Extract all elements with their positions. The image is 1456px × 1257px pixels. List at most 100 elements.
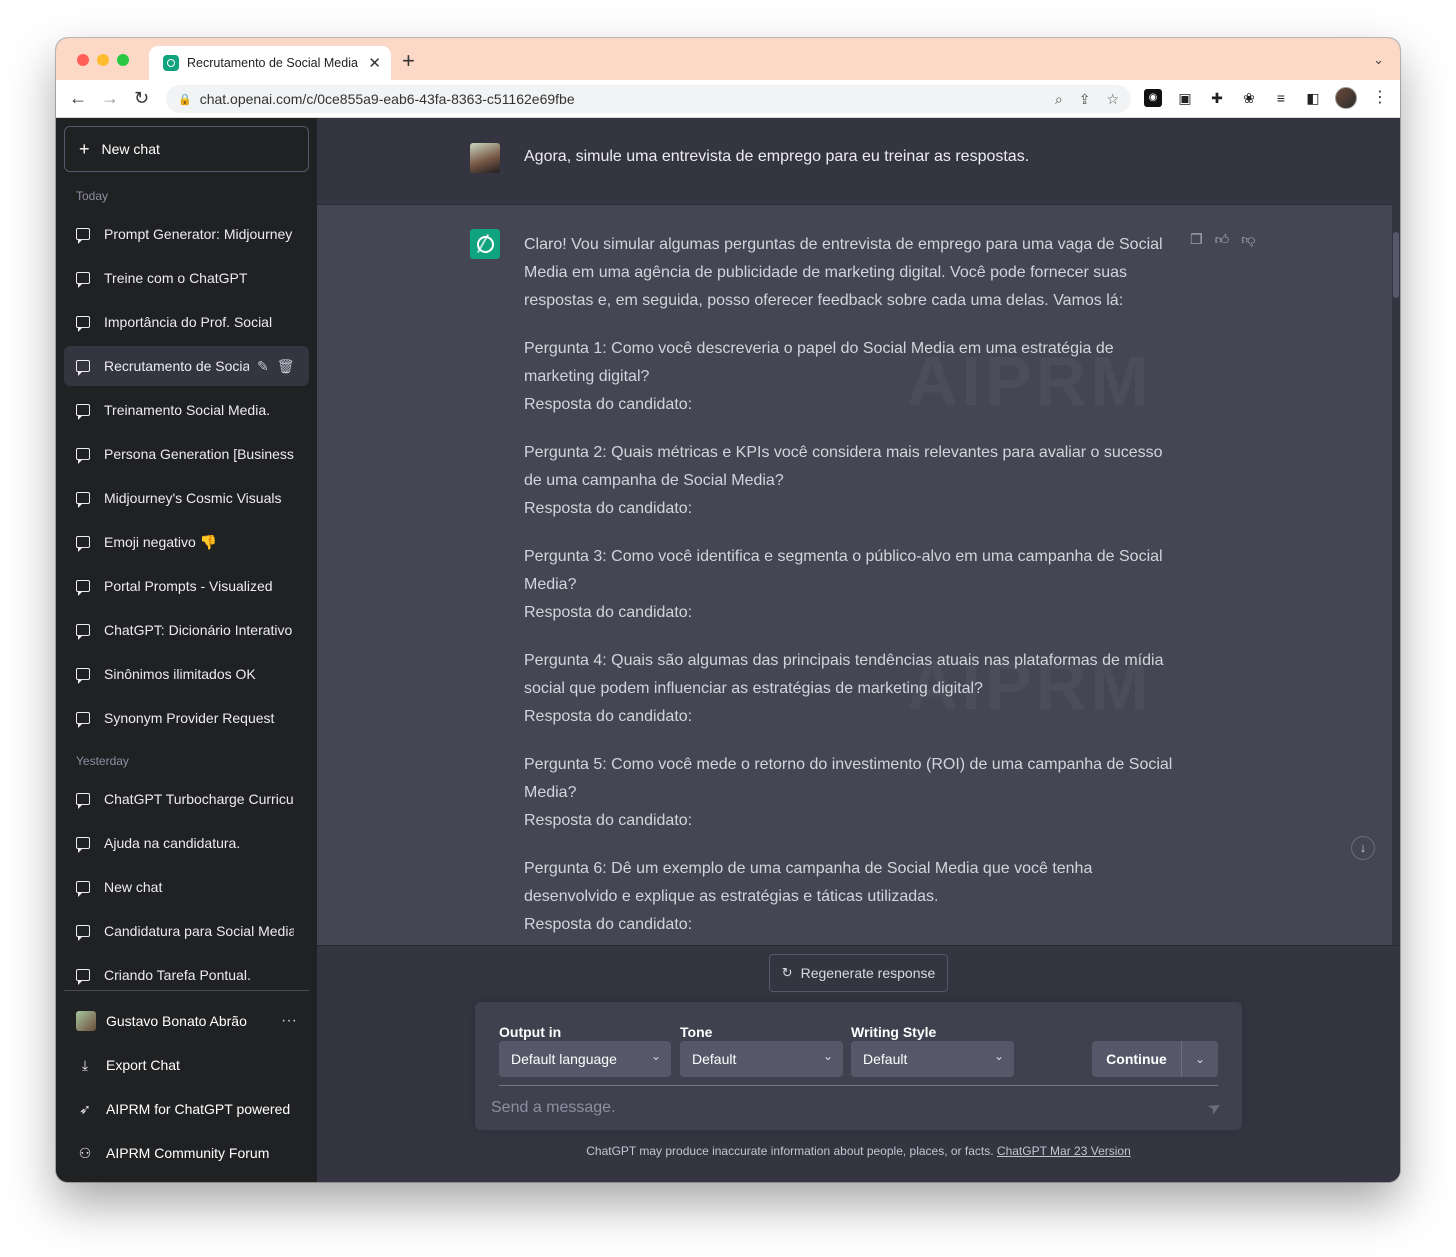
search-icon[interactable]: ⌕ bbox=[1055, 91, 1063, 108]
chat-item-label: Criando Tarefa Pontual. bbox=[104, 967, 251, 983]
disclaimer-text: ChatGPT may produce inaccurate informati… bbox=[586, 1144, 994, 1158]
export-chat-button[interactable]: ⤓ Export Chat bbox=[64, 1045, 309, 1085]
share-icon[interactable]: ⇪ bbox=[1079, 91, 1091, 108]
star-icon[interactable]: ☆ bbox=[1106, 91, 1119, 108]
assistant-message-row: AIPRM AIPRM Claro! Vou simular algumas p… bbox=[317, 205, 1392, 945]
sidebar-chat-item[interactable]: Portal Prompts - Visualized bbox=[64, 566, 309, 606]
chat-bubble-icon bbox=[76, 668, 90, 684]
sidebar-divider bbox=[64, 990, 309, 991]
maximize-window-button[interactable] bbox=[117, 54, 129, 66]
sidebar-chat-item[interactable]: Midjourney's Cosmic Visuals bbox=[64, 478, 309, 518]
new-tab-button[interactable]: + bbox=[402, 50, 415, 72]
writing-style-select[interactable]: Default ⌄ bbox=[851, 1041, 1014, 1077]
leaf-extension-icon[interactable]: ❀ bbox=[1240, 89, 1258, 107]
thumbs-up-icon[interactable]: 👍︎ bbox=[1215, 231, 1230, 248]
chat-item-label: Persona Generation [Business] bbox=[104, 446, 294, 462]
chat-item-label: Prompt Generator: Midjourney bbox=[104, 226, 293, 242]
more-options-icon[interactable]: ··· bbox=[281, 1012, 297, 1030]
sidebar-chat-item[interactable]: Synonym Provider Request bbox=[64, 698, 309, 738]
address-bar[interactable]: 🔒 chat.openai.com/c/0ce855a9-eab6-43fa-8… bbox=[166, 85, 1131, 113]
continue-button[interactable]: Continue bbox=[1092, 1051, 1181, 1067]
reload-icon[interactable]: ↻ bbox=[134, 86, 149, 110]
close-window-button[interactable] bbox=[77, 54, 89, 66]
sidebar-chat-item[interactable]: New chat bbox=[64, 867, 309, 907]
sidebar-chat-item[interactable]: ChatGPT: Dicionário Interativo bbox=[64, 610, 309, 650]
pencil-icon[interactable]: ✎ bbox=[257, 358, 269, 375]
sidebar-chat-item[interactable]: Treinamento Social Media. bbox=[64, 390, 309, 430]
chat-item-label: Recrutamento de Social Media bbox=[104, 358, 249, 374]
question-text: Pergunta 3: Como você identifica e segme… bbox=[524, 548, 1163, 593]
assistant-intro: Claro! Vou simular algumas perguntas de … bbox=[524, 236, 1163, 309]
chat-item-label: ChatGPT Turbocharge Curriculum bbox=[104, 791, 294, 807]
back-arrow-icon[interactable]: ← bbox=[69, 86, 87, 110]
answer-label: Resposta do candidato: bbox=[524, 916, 693, 933]
aiprm-powered-link[interactable]: ➶ AIPRM for ChatGPT powered bbox=[64, 1089, 309, 1129]
question-block: Pergunta 2: Quais métricas e KPIs você c… bbox=[524, 439, 1184, 523]
question-text: Pergunta 5: Como você mede o retorno do … bbox=[524, 756, 1173, 801]
output-language-select[interactable]: Default language ⌄ bbox=[499, 1041, 671, 1077]
puzzle-extensions-icon[interactable]: ✚ bbox=[1208, 89, 1226, 107]
message-feedback-actions: ❐ 👍︎ 👎︎ bbox=[1190, 231, 1255, 248]
tab-title: Recrutamento de Social Media bbox=[187, 56, 358, 70]
question-block: Pergunta 6: Dê um exemplo de uma campanh… bbox=[524, 855, 1184, 939]
scrollbar-thumb[interactable] bbox=[1393, 232, 1399, 298]
regenerate-response-button[interactable]: ↻ Regenerate response bbox=[769, 954, 948, 992]
sidebar-chat-item[interactable]: Prompt Generator: Midjourney bbox=[64, 214, 309, 254]
paper-plane-icon[interactable]: ➤ bbox=[1204, 1096, 1226, 1120]
side-panel-icon[interactable]: ◧ bbox=[1304, 89, 1322, 107]
picture-in-picture-icon[interactable]: ▣ bbox=[1176, 89, 1194, 107]
chatgpt-logo-icon bbox=[470, 229, 500, 259]
rocket-icon: ➶ bbox=[79, 1100, 91, 1117]
continue-split-button: Continue ⌄ bbox=[1092, 1041, 1218, 1077]
clipboard-icon[interactable]: ❐ bbox=[1190, 231, 1203, 248]
sidebar-chat-item[interactable]: Persona Generation [Business] bbox=[64, 434, 309, 474]
question-text: Pergunta 1: Como você descreveria o pape… bbox=[524, 340, 1114, 385]
new-chat-button[interactable]: + New chat bbox=[64, 126, 309, 172]
chat-item-label: Emoji negativo 👎 bbox=[104, 533, 218, 550]
chevron-down-icon[interactable]: ⌄ bbox=[1181, 1041, 1218, 1077]
extension-icon[interactable]: ◉ bbox=[1144, 89, 1162, 107]
user-menu-button[interactable]: Gustavo Bonato Abrão ··· bbox=[64, 1001, 309, 1041]
sidebar-chat-item[interactable]: Criando Tarefa Pontual. bbox=[64, 955, 309, 995]
sidebar-chat-item[interactable]: Importância do Prof. Social bbox=[64, 302, 309, 342]
sidebar-chat-item[interactable]: Treine com o ChatGPT bbox=[64, 258, 309, 298]
forward-arrow-icon[interactable]: → bbox=[101, 86, 119, 110]
lock-icon[interactable]: 🔒 bbox=[178, 93, 192, 106]
chat-scrollbar[interactable] bbox=[1392, 118, 1400, 945]
question-text: Pergunta 6: Dê um exemplo de uma campanh… bbox=[524, 860, 1093, 905]
sidebar-chat-item[interactable]: ChatGPT Turbocharge Curriculum bbox=[64, 779, 309, 819]
tone-select[interactable]: Default ⌄ bbox=[680, 1041, 843, 1077]
arrow-down-icon[interactable]: ↓ bbox=[1351, 836, 1375, 860]
output-language-value: Default language bbox=[511, 1051, 617, 1067]
trash-icon[interactable]: 🗑 bbox=[277, 358, 295, 375]
new-chat-label: New chat bbox=[101, 141, 160, 157]
minimize-window-button[interactable] bbox=[97, 54, 109, 66]
url-text[interactable]: chat.openai.com/c/0ce855a9-eab6-43fa-836… bbox=[200, 91, 1039, 107]
question-block: Pergunta 3: Como você identifica e segme… bbox=[524, 543, 1184, 627]
question-text: Pergunta 4: Quais são algumas das princi… bbox=[524, 652, 1164, 697]
sidebar-chat-item[interactable]: Candidatura para Social Media bbox=[64, 911, 309, 951]
tab-close-icon[interactable]: ✕ bbox=[368, 54, 381, 72]
version-link[interactable]: ChatGPT Mar 23 Version bbox=[997, 1144, 1131, 1158]
chat-item-label: Midjourney's Cosmic Visuals bbox=[104, 490, 282, 506]
sidebar-chat-item-active[interactable]: Recrutamento de Social Media ✎ 🗑 bbox=[64, 346, 309, 386]
sidebar-chat-item[interactable]: Sinônimos ilimitados OK bbox=[64, 654, 309, 694]
aiprm-forum-link[interactable]: ⚇ AIPRM Community Forum bbox=[64, 1133, 309, 1173]
chat-bubble-icon bbox=[76, 316, 90, 332]
browser-menu-icon[interactable]: ⋮ bbox=[1372, 87, 1388, 107]
message-input[interactable] bbox=[491, 1094, 1191, 1122]
tab-search-icon[interactable]: ⌄ bbox=[1373, 52, 1384, 68]
profile-avatar[interactable] bbox=[1335, 87, 1357, 109]
chat-bubble-icon bbox=[76, 272, 90, 288]
refresh-icon: ↻ bbox=[781, 965, 793, 980]
chat-bubble-icon bbox=[76, 404, 90, 420]
answer-label: Resposta do candidato: bbox=[524, 812, 693, 829]
user-message-row: Agora, simule uma entrevista de emprego … bbox=[317, 118, 1392, 205]
sidebar-chat-item[interactable]: Ajuda na candidatura. bbox=[64, 823, 309, 863]
media-controls-icon[interactable]: ≡ bbox=[1272, 89, 1290, 107]
browser-tab[interactable]: Recrutamento de Social Media ✕ bbox=[149, 46, 391, 80]
thumbs-down-icon[interactable]: 👎︎ bbox=[1241, 231, 1255, 248]
output-in-label: Output in bbox=[499, 1024, 562, 1040]
chat-bubble-icon bbox=[76, 837, 90, 853]
sidebar-chat-item[interactable]: Emoji negativo 👎 bbox=[64, 522, 309, 562]
